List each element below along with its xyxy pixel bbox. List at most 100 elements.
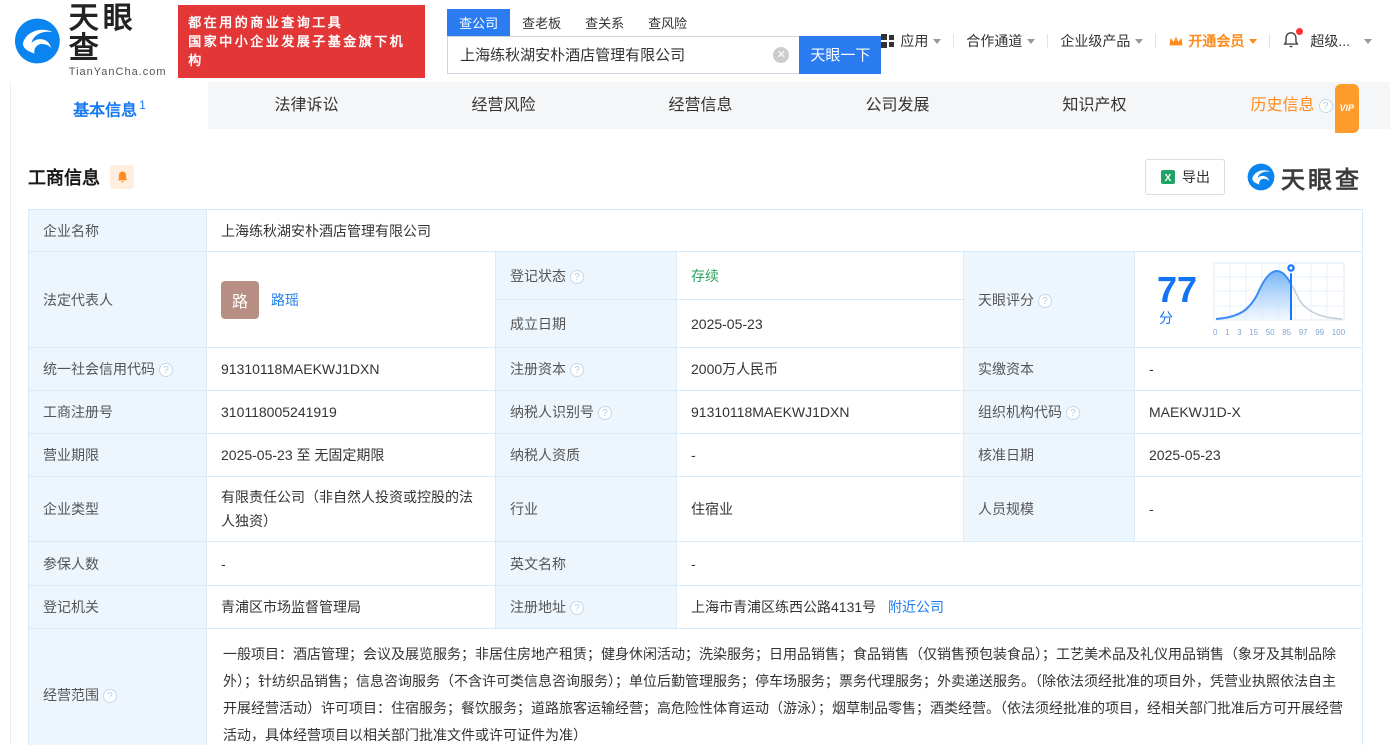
- section-title: 工商信息: [28, 168, 100, 188]
- table-row: 企业类型 有限责任公司（非自然人投资或控股的法人独资） 行业 住宿业 人员规模 …: [28, 476, 1364, 542]
- search-tab-relation[interactable]: 查关系: [573, 9, 636, 36]
- top-nav: 应用 合作通道 企业级产品 开通会员 超级...: [881, 27, 1372, 52]
- help-icon[interactable]: ?: [1318, 99, 1333, 113]
- legal-rep-value: 路 路瑶: [206, 251, 496, 348]
- help-icon[interactable]: ?: [1066, 406, 1080, 420]
- taxpayer-quality-label: 纳税人资质: [495, 433, 677, 477]
- insured-count-label: 参保人数: [28, 541, 207, 586]
- tianyancha-logo[interactable]: 天眼查 TianYanCha.com: [14, 4, 168, 78]
- help-icon[interactable]: ?: [570, 269, 584, 284]
- table-row: 工商注册号 310118005241919 纳税人识别号? 91310118MA…: [28, 390, 1364, 434]
- help-icon[interactable]: ?: [570, 363, 584, 377]
- section-head: 工商信息 X 导出 天眼查: [28, 129, 1362, 195]
- business-scope-label: 经营范围?: [28, 628, 207, 745]
- help-icon[interactable]: ?: [570, 601, 584, 615]
- industry-label: 行业: [495, 476, 677, 542]
- staff-size-label: 人员规模: [963, 476, 1135, 542]
- nav-apps[interactable]: 应用: [881, 31, 942, 51]
- help-icon[interactable]: ?: [159, 363, 173, 377]
- tab-operation-risk[interactable]: 经营风险: [405, 82, 602, 129]
- table-row: 营业期限 2025-05-23 至 无固定期限 纳税人资质 - 核准日期 202…: [28, 433, 1364, 477]
- tab-operation-info[interactable]: 经营信息: [602, 82, 799, 129]
- tab-count-badge: 1: [139, 98, 146, 112]
- credit-code-value: 91310118MAEKWJ1DXN: [206, 347, 496, 391]
- status-badge: 存续: [691, 267, 719, 284]
- table-row: 参保人数 - 英文名称 -: [28, 541, 1364, 586]
- business-term-label: 营业期限: [28, 433, 207, 477]
- reg-status-value: 存续: [676, 251, 964, 300]
- page-left-divider: [10, 82, 11, 745]
- brand-domain: TianYanCha.com: [68, 66, 167, 78]
- taxpayer-id-value: 91310118MAEKWJ1DXN: [676, 390, 964, 434]
- industry-value: 住宿业: [676, 476, 964, 542]
- company-type-value: 有限责任公司（非自然人投资或控股的法人独资）: [206, 476, 496, 542]
- business-scope-value: 一般项目：酒店管理；会议及展览服务；非居住房地产租赁；健身休闲活动；洗染服务；日…: [205, 628, 1364, 745]
- table-row: 法定代表人 路 路瑶 登记状态? 存续 天眼评分? 77分 0 1 3 15 5…: [28, 251, 1364, 348]
- table-row: 统一社会信用代码? 91310118MAEKWJ1DXN 注册资本? 2000万…: [28, 347, 1364, 391]
- detail-tabbar: 基本信息 1 法律诉讼 经营风险 经营信息 公司发展 知识产权 历史信息? VIP: [10, 82, 1390, 133]
- tab-history-info[interactable]: 历史信息? VIP: [1193, 82, 1390, 133]
- score-number: 77: [1157, 268, 1198, 310]
- export-button[interactable]: X 导出: [1145, 159, 1225, 195]
- tianyancha-logo-icon: [1247, 163, 1275, 191]
- search-tab-risk[interactable]: 查风险: [636, 9, 699, 36]
- vip-badge: VIP: [1334, 84, 1360, 133]
- establish-date-value: 2025-05-23: [676, 299, 964, 348]
- tab-basic-info[interactable]: 基本信息 1: [11, 82, 208, 129]
- taxpayer-id-label: 纳税人识别号?: [495, 390, 677, 434]
- bell-icon: [117, 171, 127, 183]
- chevron-down-icon: [933, 38, 942, 44]
- chevron-down-icon: [1135, 38, 1144, 44]
- slogan-badge: 都在用的商业查询工具 国家中小企业发展子基金旗下机构: [178, 4, 426, 78]
- table-row: 登记机关 青浦区市场监督管理局 注册地址? 上海市青浦区练西公路4131号 附近…: [28, 585, 1364, 629]
- help-icon[interactable]: ?: [598, 406, 612, 420]
- clear-icon[interactable]: ✕: [773, 46, 790, 63]
- search-tab-boss[interactable]: 查老板: [510, 9, 573, 36]
- tab-company-development[interactable]: 公司发展: [799, 82, 996, 129]
- svg-text:X: X: [1165, 173, 1172, 184]
- establish-date-label: 成立日期: [495, 299, 677, 348]
- chevron-down-icon: [1027, 38, 1036, 44]
- org-code-value: MAEKWJ1D-X: [1133, 390, 1364, 434]
- legal-rep-link[interactable]: 路瑶: [271, 290, 299, 310]
- business-info-table: 企业名称 上海练秋湖安朴酒店管理有限公司 法定代表人 路 路瑶 登记状态? 存续…: [28, 209, 1364, 745]
- help-icon[interactable]: ?: [103, 688, 117, 703]
- tab-legal-proceedings[interactable]: 法律诉讼: [208, 82, 405, 129]
- business-term-value: 2025-05-23 至 无固定期限: [206, 433, 496, 477]
- watermark-logo: 天眼查: [1247, 160, 1362, 195]
- nearby-companies-link[interactable]: 附近公司: [888, 599, 944, 615]
- help-icon[interactable]: ?: [1038, 293, 1052, 308]
- reg-authority-value: 青浦区市场监督管理局: [206, 585, 496, 629]
- score-axis: 01 3 15 50 85 97 99 100: [1213, 328, 1346, 337]
- subscribe-bell-button[interactable]: [110, 165, 134, 189]
- search-block: 查公司 查老板 查关系 查风险 ✕ 天眼一下: [447, 8, 882, 74]
- reg-status-label: 登记状态?: [495, 251, 677, 300]
- legal-rep-label: 法定代表人: [28, 251, 207, 348]
- crown-icon: [1169, 36, 1183, 46]
- reg-capital-label: 注册资本?: [495, 347, 677, 391]
- staff-size-value: -: [1133, 476, 1364, 542]
- company-name-value: 上海练秋湖安朴酒店管理有限公司: [205, 209, 1364, 252]
- score-chart: [1213, 262, 1345, 321]
- notification-bell[interactable]: [1282, 27, 1304, 52]
- paid-capital-value: -: [1133, 347, 1364, 391]
- avatar[interactable]: 路: [221, 280, 259, 319]
- search-tab-company[interactable]: 查公司: [447, 8, 511, 36]
- nav-account[interactable]: 超级...: [1310, 31, 1372, 51]
- table-row: 企业名称 上海练秋湖安朴酒店管理有限公司: [28, 209, 1364, 252]
- reg-authority-label: 登记机关: [28, 585, 207, 629]
- nav-open-vip[interactable]: 开通会员: [1168, 31, 1258, 51]
- reg-capital-value: 2000万人民币: [676, 347, 964, 391]
- nav-cooperation[interactable]: 合作通道: [966, 31, 1036, 51]
- company-type-label: 企业类型: [28, 476, 207, 542]
- search-button[interactable]: 天眼一下: [799, 35, 882, 74]
- tab-intellectual-property[interactable]: 知识产权: [996, 82, 1193, 129]
- chevron-down-icon: [1249, 38, 1258, 44]
- reg-number-value: 310118005241919: [206, 390, 496, 434]
- taxpayer-quality-value: -: [676, 433, 964, 477]
- search-input[interactable]: [447, 35, 800, 74]
- watermark-text: 天眼查: [1281, 166, 1362, 194]
- nav-enterprise-products[interactable]: 企业级产品: [1060, 31, 1144, 51]
- english-name-label: 英文名称: [495, 541, 677, 586]
- english-name-value: -: [675, 541, 1364, 586]
